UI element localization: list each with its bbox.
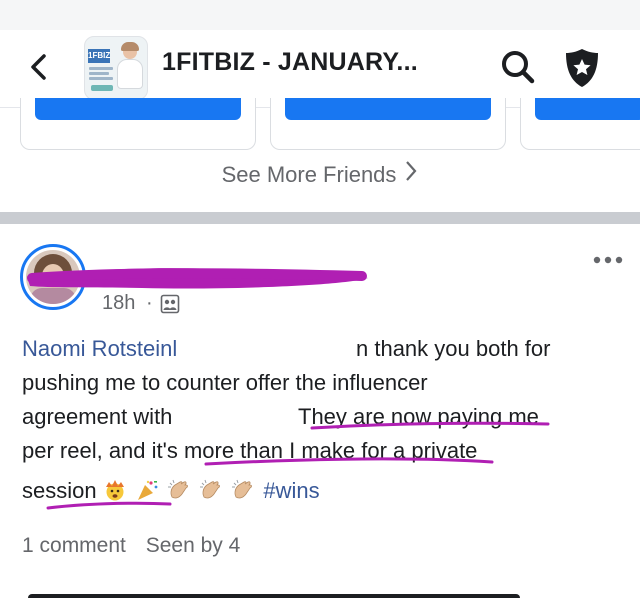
post-text-fragment: per reel, and it's more than I make for …	[22, 438, 478, 463]
post-timestamp[interactable]: 18h	[102, 292, 135, 315]
thumb-figure-hair	[121, 42, 139, 51]
friend-card	[20, 98, 256, 150]
add-friend-button[interactable]	[535, 98, 640, 120]
thumb-figure	[117, 59, 143, 89]
comments-count[interactable]: 1 comment	[22, 534, 126, 557]
see-more-label: See More Friends	[221, 162, 397, 187]
friend-suggestions-row	[0, 98, 640, 150]
more-dots-icon	[593, 256, 623, 264]
post-line: per reel, and it's more than I make for …	[22, 434, 477, 468]
see-more-friends-link[interactable]: See More Friends	[0, 160, 640, 188]
post-line: session #wins	[22, 474, 320, 508]
exploding-head-emoji	[105, 480, 124, 501]
friend-card	[520, 98, 640, 150]
party-popper-emoji	[137, 480, 158, 500]
author-name-redaction	[27, 268, 368, 289]
post-meta: 1 comment Seen by 4	[22, 534, 254, 558]
post-text-fragment: session	[22, 478, 97, 503]
friend-card	[270, 98, 506, 150]
post-line: n thank you both for	[356, 332, 550, 366]
group-logo: 1FBIZ	[88, 49, 110, 63]
post-text-fragment: n thank you both for	[356, 336, 551, 361]
clapping-hands-emoji	[167, 479, 188, 499]
clapping-hands-emoji	[200, 479, 220, 499]
top-strip	[0, 0, 640, 30]
post-line: pushing me to counter offer the influenc…	[22, 366, 428, 400]
thumb-text-line	[89, 77, 113, 80]
shield-star-icon	[566, 49, 598, 87]
group-header: 1FBIZ 1FITBIZ - JANUARY...	[0, 30, 640, 108]
group-title[interactable]: 1FITBIZ - JANUARY...	[162, 48, 462, 77]
chevron-right-icon	[404, 160, 418, 188]
group-post: 18h · Naomi Rotsteinl n thank you both f…	[0, 224, 640, 598]
group-post-icon	[160, 294, 180, 314]
mention-link[interactable]: Naomi Rotsteinl	[22, 336, 177, 361]
back-button[interactable]	[22, 50, 56, 84]
meta-separator: ·	[146, 292, 153, 314]
post-line: agreement with	[22, 400, 172, 434]
search-icon	[502, 51, 535, 84]
admin-tools-button[interactable]	[562, 46, 602, 90]
clapping-hands-emoji	[232, 479, 253, 499]
post-text-fragment: They are now paying me	[298, 404, 539, 429]
search-button[interactable]	[498, 48, 538, 88]
thumb-text-line	[89, 72, 109, 75]
home-indicator	[28, 594, 520, 598]
post-line: They are now paying me	[298, 400, 539, 434]
section-divider	[0, 212, 640, 224]
hashtag-link[interactable]: #wins	[263, 478, 319, 503]
add-friend-button[interactable]	[35, 98, 241, 120]
back-arrow-icon	[31, 54, 46, 80]
post-line: Naomi Rotsteinl	[22, 332, 177, 366]
add-friend-button[interactable]	[285, 98, 491, 120]
group-thumbnail[interactable]: 1FBIZ	[84, 36, 148, 100]
post-options-button[interactable]	[590, 250, 626, 270]
post-text-fragment: agreement with	[22, 404, 173, 429]
thumb-bar	[91, 85, 113, 91]
post-text-fragment: pushing me to counter offer the influenc…	[22, 370, 428, 395]
thumb-text-line	[89, 67, 113, 70]
seen-by-count[interactable]: Seen by 4	[146, 534, 241, 557]
